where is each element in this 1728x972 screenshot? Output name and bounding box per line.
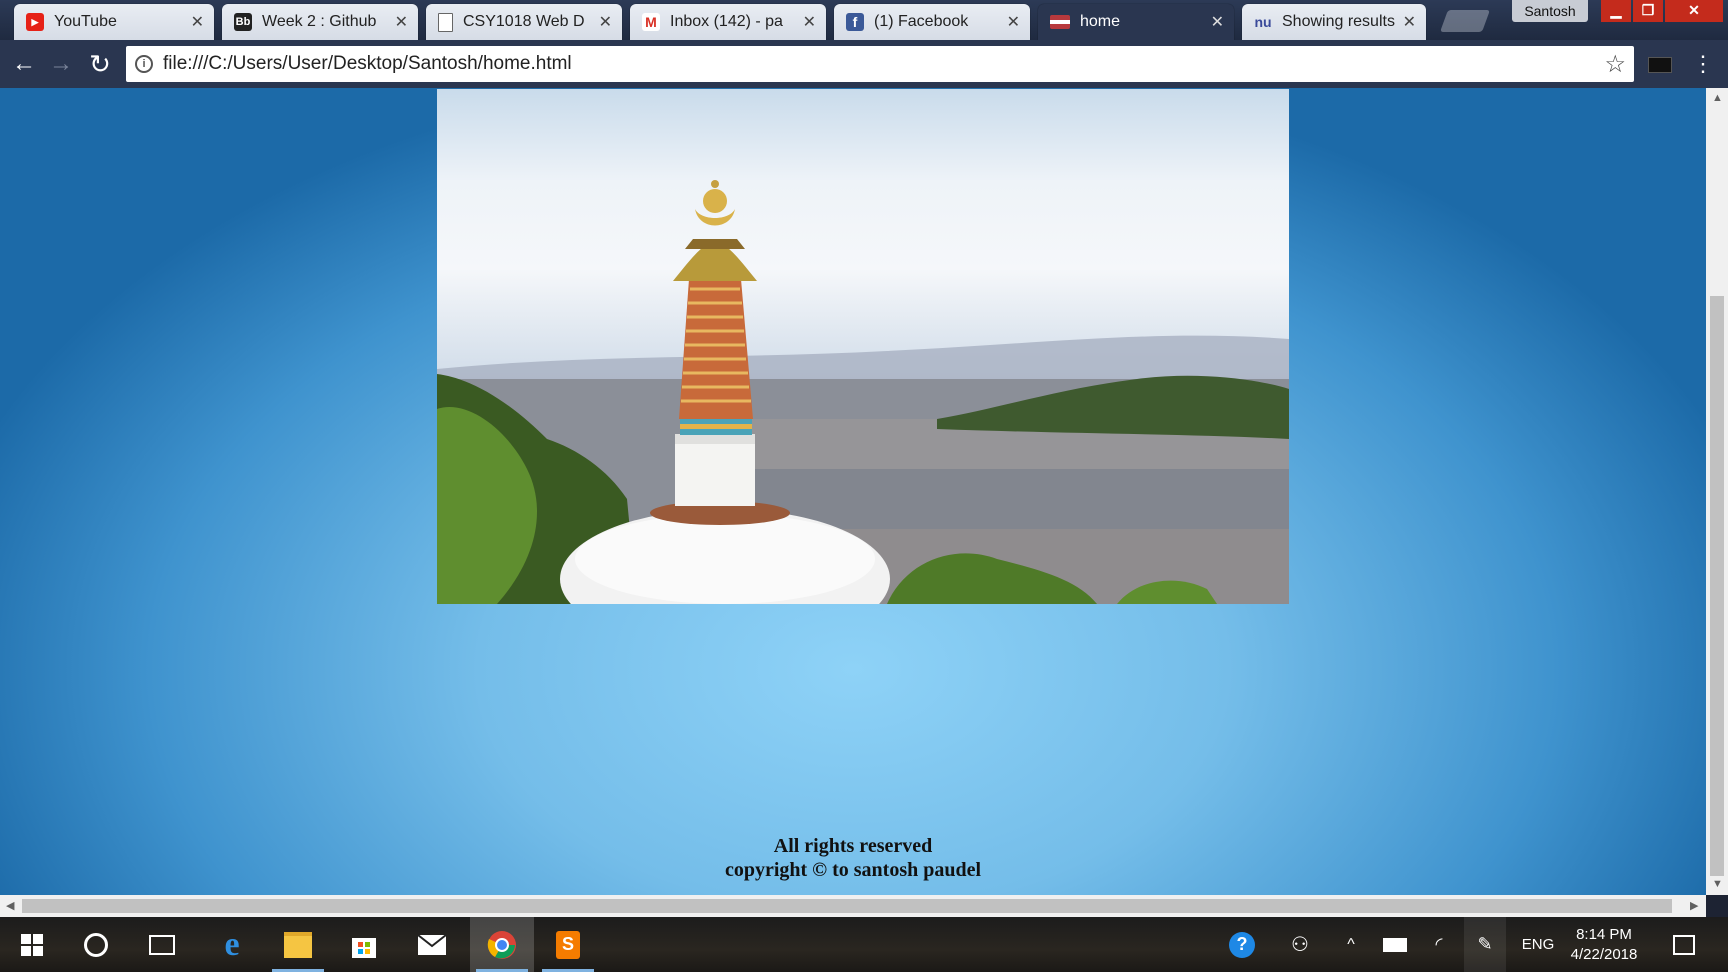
gmail-icon: M (642, 13, 660, 31)
youtube-icon: ▶ (26, 13, 44, 31)
tab-title: (1) Facebook (874, 13, 969, 30)
language-indicator[interactable]: ENG (1514, 917, 1562, 972)
task-view-icon (149, 934, 175, 955)
vertical-scrollbar[interactable]: ▲ ▼ (1706, 88, 1728, 895)
taskbar-clock[interactable]: 8:14 PM 4/22/2018 (1564, 925, 1644, 965)
taskbar-mail[interactable] (400, 917, 464, 972)
taskbar-store[interactable] (332, 917, 396, 972)
help-icon[interactable]: ? (1222, 917, 1262, 972)
horizontal-scroll-thumb[interactable] (22, 899, 1672, 913)
footer-rights-text: All rights reserved (773, 835, 933, 857)
url-text[interactable]: file:///C:/Users/User/Desktop/Santosh/ho… (163, 53, 1604, 75)
stupa-photo-drawing (437, 180, 1289, 604)
tab-title: Inbox (142) - pa (670, 13, 783, 30)
task-view-button[interactable] (130, 917, 194, 972)
close-icon[interactable]: ✕ (191, 12, 204, 32)
address-bar[interactable]: i file:///C:/Users/User/Desktop/Santosh/… (126, 46, 1634, 82)
taskbar-sublime-text[interactable]: S (536, 917, 600, 972)
tab-title: Week 2 : Github (262, 13, 377, 30)
people-icon[interactable]: ⚇ (1282, 917, 1318, 972)
tab-csy1018[interactable]: CSY1018 Web D ✕ (426, 4, 622, 40)
close-icon[interactable]: ✕ (395, 12, 408, 32)
horizontal-scrollbar[interactable]: ◀ ▶ (0, 895, 1706, 917)
folder-icon (284, 931, 312, 958)
browser-tab-strip: ▶ YouTube ✕ Bb Week 2 : Github ✕ CSY1018… (0, 0, 1728, 40)
tab-title: Showing results (1282, 13, 1395, 30)
vertical-scroll-thumb[interactable] (1710, 296, 1724, 876)
close-icon[interactable]: ✕ (599, 12, 612, 32)
pen-icon[interactable]: ✎ (1464, 917, 1506, 972)
scroll-up-arrow-icon[interactable]: ▲ (1712, 92, 1723, 104)
footer-copyright-text: copyright © to santosh paudel (724, 859, 982, 881)
scroll-down-arrow-icon[interactable]: ▼ (1712, 878, 1723, 890)
forward-arrow-icon[interactable]: → (45, 48, 77, 80)
store-icon (352, 937, 376, 958)
page-viewport: All rights reserved copyright © to santo… (0, 88, 1706, 895)
start-button[interactable] (0, 917, 64, 972)
browser-toolbar: ← → ↻ i file:///C:/Users/User/Desktop/Sa… (0, 40, 1728, 88)
edge-icon: e (224, 925, 240, 963)
close-icon[interactable]: ✕ (1403, 12, 1416, 32)
cortana-circle-icon (84, 932, 108, 957)
back-arrow-icon[interactable]: ← (8, 48, 40, 80)
close-icon[interactable]: ✕ (803, 12, 816, 32)
battery-icon[interactable] (1378, 917, 1412, 972)
chrome-icon (487, 930, 516, 959)
windows-taskbar: e S ? ⚇ ^ ◜ ✎ ENG 8:14 PM 4/22/2018 (0, 917, 1728, 972)
tab-gmail-inbox[interactable]: M Inbox (142) - pa ✕ (630, 4, 826, 40)
nu-icon: nu (1254, 14, 1272, 30)
extension-icon[interactable] (1648, 57, 1672, 73)
chevron-up-icon[interactable]: ^ (1336, 917, 1366, 972)
tab-facebook[interactable]: f (1) Facebook ✕ (834, 4, 1030, 40)
tab-showing-results[interactable]: nu Showing results ✕ (1242, 4, 1426, 40)
close-icon[interactable]: ✕ (1211, 12, 1224, 32)
restore-button[interactable]: ❐ (1633, 0, 1663, 22)
stupa-photo (437, 89, 1289, 604)
reload-icon[interactable]: ↻ (84, 48, 116, 80)
tab-title: home (1080, 13, 1121, 30)
tab-week2-github[interactable]: Bb Week 2 : Github ✕ (222, 4, 418, 40)
scroll-left-arrow-icon[interactable]: ◀ (6, 899, 14, 912)
page-favicon-icon (1050, 15, 1070, 29)
info-icon[interactable]: i (135, 55, 153, 73)
close-icon[interactable]: ✕ (1007, 12, 1020, 32)
facebook-icon: f (846, 13, 864, 31)
windows-logo-icon (21, 933, 43, 956)
taskbar-edge[interactable]: e (200, 917, 264, 972)
wifi-icon[interactable]: ◜ (1422, 917, 1456, 972)
tab-title: CSY1018 Web D (463, 13, 585, 30)
clock-time: 8:14 PM (1576, 926, 1632, 943)
mail-icon (417, 933, 447, 955)
notification-icon[interactable] (1666, 917, 1702, 972)
taskbar-chrome[interactable] (470, 917, 534, 972)
tab-title: YouTube (54, 13, 117, 30)
tab-home[interactable]: home ✕ (1038, 4, 1234, 40)
close-window-button[interactable]: ✕ (1665, 0, 1723, 22)
bookmark-star-icon[interactable]: ☆ (1604, 50, 1626, 79)
document-icon (438, 12, 453, 32)
new-tab-button[interactable] (1439, 10, 1491, 32)
blackboard-icon: Bb (234, 13, 252, 31)
clock-date: 4/22/2018 (1570, 946, 1638, 963)
sublime-text-icon: S (556, 930, 580, 959)
profile-button[interactable]: Santosh (1512, 0, 1588, 22)
cortana-button[interactable] (64, 917, 128, 972)
menu-icon[interactable]: ⋮ (1692, 48, 1714, 80)
minimize-button[interactable]: ▁ (1601, 0, 1631, 22)
scroll-right-arrow-icon[interactable]: ▶ (1690, 899, 1698, 912)
page-footer: All rights reserved copyright © to santo… (0, 834, 1706, 882)
tab-youtube[interactable]: ▶ YouTube ✕ (14, 4, 214, 40)
taskbar-file-explorer[interactable] (266, 917, 330, 972)
